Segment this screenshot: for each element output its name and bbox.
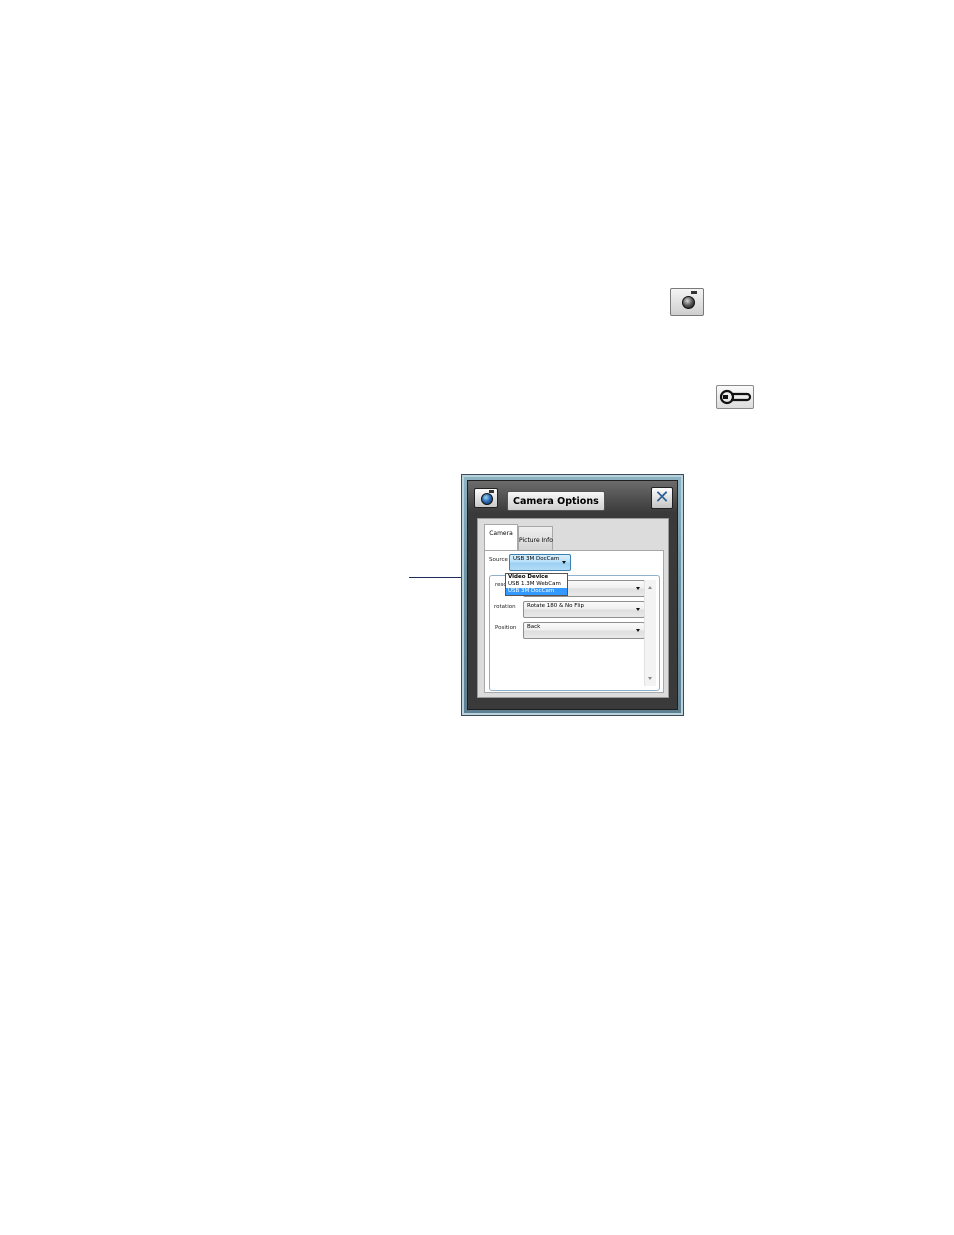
dropdown-option-webcam[interactable]: USB 1.3M WebCam [506,581,567,588]
rotation-label: rotation [494,604,516,610]
camera-icon[interactable] [670,288,704,316]
content-panel: Camera Picture Info Source USB 3M DocCam… [477,518,669,698]
dropdown-header: Video Device [508,574,549,580]
tab-picture-info[interactable]: Picture Info [518,526,553,550]
position-label: Position [495,625,517,631]
wrench-icon-graphic [719,389,752,405]
chevron-down-icon [636,629,640,632]
camera-lens [682,296,695,309]
camera-icon-body [691,291,697,294]
scrollbar[interactable] [644,580,656,686]
source-value: USB 3M DocCam [513,556,560,562]
dialog-frame: Camera Options ✕ Camera Picture Info Sou… [467,480,678,710]
camera-options-dialog: Camera Options ✕ Camera Picture Info Sou… [461,474,684,716]
dropdown-option-doccam[interactable]: USB 3M DocCam [506,588,567,595]
position-value: Back [527,624,541,630]
position-dropdown[interactable]: Back [523,622,645,639]
close-icon[interactable]: ✕ [651,487,673,509]
source-dropdown[interactable]: USB 3M DocCam [509,554,571,571]
chevron-down-icon [562,561,566,564]
camera-lens [481,493,493,505]
rotation-value: Rotate 180 & No Flip [527,603,584,609]
source-label: Source [489,557,508,563]
camera-icon[interactable] [474,488,498,508]
rotation-dropdown[interactable]: Rotate 180 & No Flip [523,601,645,618]
chevron-down-icon [636,608,640,611]
scroll-down-icon[interactable] [648,677,652,680]
wrench-icon[interactable] [716,385,754,409]
chevron-down-icon [636,587,640,590]
camera-tab-body: Source USB 3M DocCam resolu rotation Rot… [484,550,664,693]
camera-icon-body [489,490,494,493]
tab-camera[interactable]: Camera [484,524,518,550]
scroll-up-icon[interactable] [648,586,652,589]
source-dropdown-list: Video Device USB 1.3M WebCam USB 3M DocC… [505,573,568,596]
dialog-title: Camera Options [507,491,605,511]
